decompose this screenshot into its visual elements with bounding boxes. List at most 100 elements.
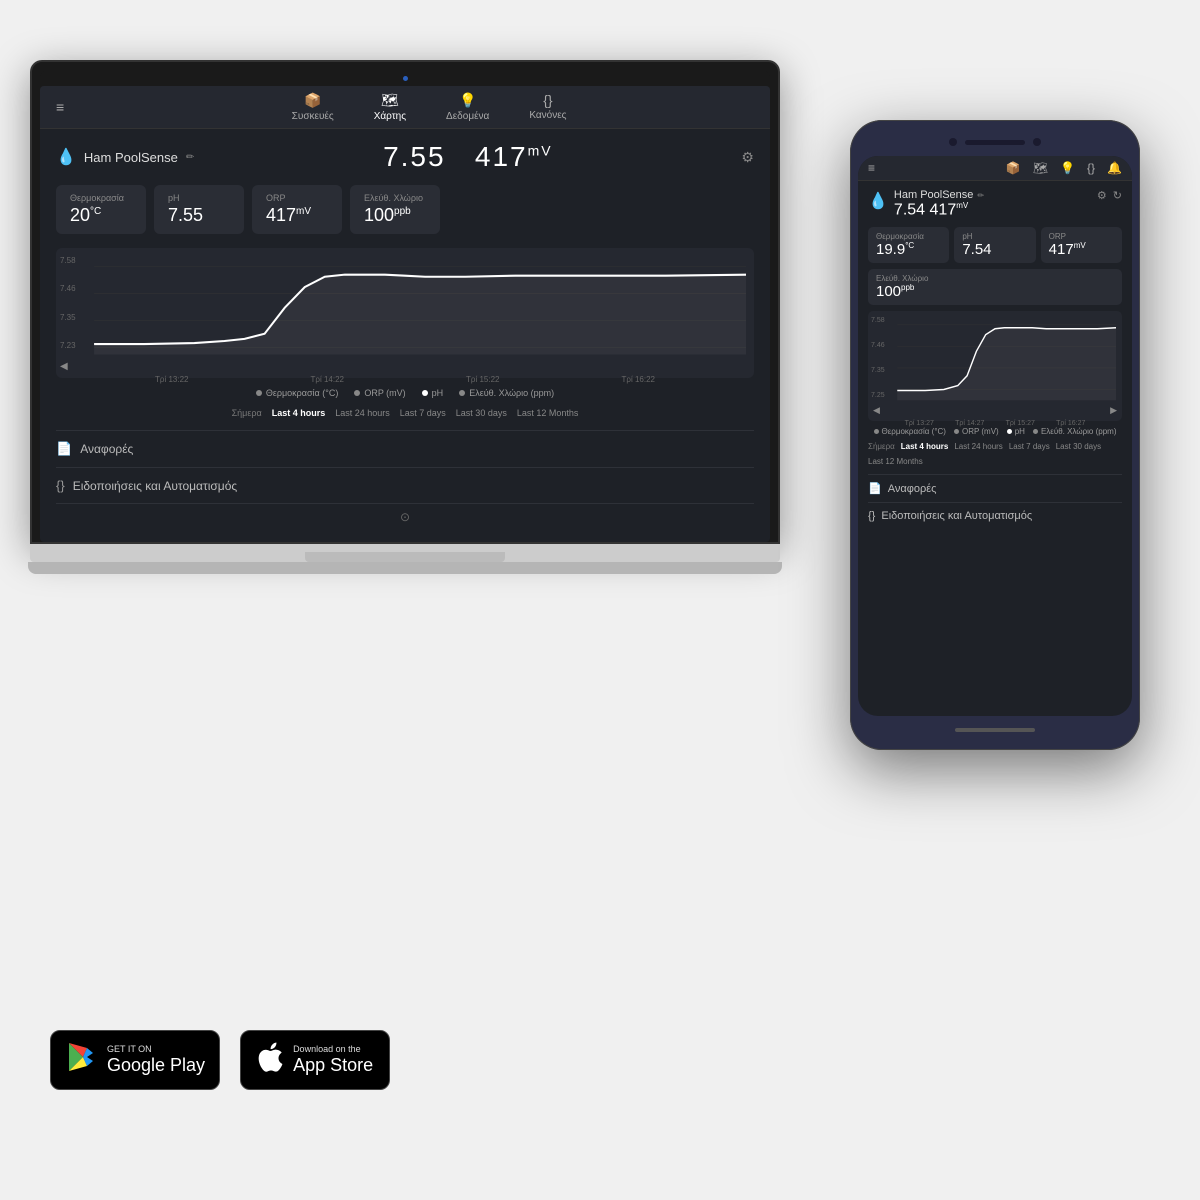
edit-icon[interactable]: ✏ <box>186 152 194 163</box>
google-play-icon <box>65 1041 97 1080</box>
metric-orp: ORP 417mV <box>252 185 342 234</box>
app-store-top-text: Download on the <box>293 1044 373 1055</box>
bottom-settings: ⊙ <box>56 503 754 530</box>
legend-temperature: Θερμοκρασία (°C) <box>256 388 339 398</box>
phone-refresh-icon[interactable]: ↻ <box>1113 189 1122 202</box>
device-ph-value: 7.55 <box>383 141 446 172</box>
google-play-badge[interactable]: GET IT ON Google Play <box>50 1030 220 1090</box>
section-reports[interactable]: 📄 Αναφορές <box>56 430 754 467</box>
phone-nav: ≡ 📦 🗺 💡 {} 🔔 <box>858 156 1132 181</box>
phone-nav-devices[interactable]: 📦 <box>1006 161 1021 175</box>
settings-icon[interactable]: ⊙ <box>400 510 410 524</box>
laptop-base <box>30 544 780 562</box>
phone-nav-bell[interactable]: 🔔 <box>1107 161 1122 175</box>
nav-label-map: Χάρτης <box>374 111 406 122</box>
laptop-screen: ≡ 📦 Συσκευές 🗺 Χάρτης 💡 Δεδομένα <box>40 86 770 542</box>
gear-icon[interactable]: ⚙ <box>741 149 754 166</box>
metric-temperature: Θερμοκρασία 20°C <box>56 185 146 234</box>
phone-chart-nav-left[interactable]: ◀ <box>873 405 880 416</box>
phone-device-name: Ham PoolSense ✏ <box>894 189 1091 201</box>
nav-item-devices[interactable]: 📦 Συσκευές <box>292 92 334 122</box>
phone-gear-icon[interactable]: ⚙ <box>1097 189 1107 202</box>
time-filter: Σήμερα Last 4 hours Last 24 hours Last 7… <box>56 408 754 418</box>
y-label-1: 7.58 <box>60 256 76 265</box>
phone-main: 💧 Ham PoolSense ✏ 7.54 417mV ⚙ <box>858 181 1132 537</box>
reports-icon: 📄 <box>56 441 72 457</box>
px-1: Τρί 13:27 <box>905 420 934 427</box>
filter-12m[interactable]: Last 12 Months <box>517 408 579 418</box>
filter-4h[interactable]: Last 4 hours <box>272 408 326 418</box>
phone-filter-7d[interactable]: Last 7 days <box>1009 442 1050 451</box>
rules-icon: {} <box>543 92 552 108</box>
today-label: Σήμερα <box>232 408 262 418</box>
phone-chart-y-labels: 7.58 7.46 7.35 7.25 <box>871 317 885 399</box>
phone-filter-30d[interactable]: Last 30 days <box>1056 442 1101 451</box>
py-3: 7.35 <box>871 367 885 374</box>
ph-label: pH <box>168 193 230 203</box>
filter-24h[interactable]: Last 24 hours <box>335 408 390 418</box>
google-play-top-text: GET IT ON <box>107 1044 205 1055</box>
phone-top-bar <box>858 132 1132 152</box>
phone-home-indicator[interactable] <box>955 728 1035 732</box>
phone-legend: Θερμοκρασία (°C) ORP (mV) pH Ελεύθ. <box>868 427 1122 436</box>
filter-7d[interactable]: Last 7 days <box>400 408 446 418</box>
phone-section-reports[interactable]: 📄 Αναφορές <box>868 474 1122 502</box>
px-3: Τρί 15:27 <box>1006 420 1035 427</box>
nav-item-rules[interactable]: {} Κανόνες <box>529 92 566 122</box>
phone-nav-rules[interactable]: {} <box>1087 161 1095 175</box>
nav-label-rules: Κανόνες <box>529 110 566 121</box>
section-automation[interactable]: {} Ειδοποιήσεις και Αυτοματισμός <box>56 467 754 503</box>
phone-today-label: Σήμερα <box>868 442 895 451</box>
py-1: 7.58 <box>871 317 885 324</box>
phone-time-filter: Σήμερα Last 4 hours Last 24 hours Last 7… <box>868 442 1122 466</box>
chart-svg <box>64 256 746 370</box>
phone-speaker <box>965 140 1025 145</box>
x-label-3: Τρί 15:22 <box>466 375 499 384</box>
device-header: 💧 Ham PoolSense ✏ 7.55 417mV ⚙ <box>56 141 754 173</box>
drop-icon: 💧 <box>56 147 76 167</box>
phone-filter-4h[interactable]: Last 4 hours <box>901 442 949 451</box>
phone-screen: ≡ 📦 🗺 💡 {} 🔔 💧 <box>858 156 1132 716</box>
x-label-2: Τρί 14:22 <box>311 375 344 384</box>
phone-device-vals: 7.54 417mV <box>894 201 1091 219</box>
nav-item-data[interactable]: 💡 Δεδομένα <box>446 92 489 122</box>
px-2: Τρί 14:27 <box>955 420 984 427</box>
chart-nav-left[interactable]: ◀ <box>60 361 68 372</box>
laptop-device: ≡ 📦 Συσκευές 🗺 Χάρτης 💡 Δεδομένα <box>30 60 780 574</box>
phone-legend-temp: Θερμοκρασία (°C) <box>874 427 946 436</box>
metrics-row: Θερμοκρασία 20°C pH 7.55 ORP <box>56 185 754 234</box>
phone-drop-icon: 💧 <box>868 191 888 211</box>
y-label-3: 7.35 <box>60 313 76 322</box>
phone-automation-label: Ειδοποιήσεις και Αυτοματισμός <box>881 510 1032 522</box>
map-icon: 🗺 <box>381 92 399 109</box>
phone-orp-value: 417mV <box>1049 241 1114 258</box>
phone-nav-light[interactable]: 💡 <box>1060 161 1075 175</box>
phone-edit-icon[interactable]: ✏ <box>977 191 984 200</box>
filter-30d[interactable]: Last 30 days <box>456 408 507 418</box>
app-store-badge[interactable]: Download on the App Store <box>240 1030 390 1090</box>
phone-section-automation[interactable]: {} Ειδοποιήσεις και Αυτοματισμός <box>868 502 1122 529</box>
phone-metric-orp: ORP 417mV <box>1041 227 1122 263</box>
device-orp-value: 417 <box>475 141 528 172</box>
phone-nav-icons: 📦 🗺 💡 {} 🔔 <box>1006 161 1122 175</box>
apple-icon <box>255 1040 283 1081</box>
app-store-text: Download on the App Store <box>293 1044 373 1076</box>
phone-filter-24h[interactable]: Last 24 hours <box>954 442 1002 451</box>
hamburger-icon[interactable]: ≡ <box>56 99 64 115</box>
phone-nav-map[interactable]: 🗺 <box>1033 161 1048 175</box>
legend-orp: ORP (mV) <box>354 388 405 398</box>
x-label-4: Τρί 16:22 <box>622 375 655 384</box>
devices-icon: 📦 <box>304 92 321 109</box>
phone-camera-2 <box>1033 138 1041 146</box>
phone-filter-12m[interactable]: Last 12 Months <box>868 457 923 466</box>
reports-label: Αναφορές <box>80 442 133 456</box>
nav-item-map[interactable]: 🗺 Χάρτης <box>374 92 406 122</box>
phone-legend-orp: ORP (mV) <box>954 427 999 436</box>
desktop-app: ≡ 📦 Συσκευές 🗺 Χάρτης 💡 Δεδομένα <box>40 86 770 542</box>
badges-container: GET IT ON Google Play Download on the Ap… <box>50 1030 390 1090</box>
phone-hamburger[interactable]: ≡ <box>868 161 875 175</box>
desktop-chart: 7.58 7.46 7.35 7.23 <box>56 248 754 378</box>
ph-value: 7.55 <box>168 205 230 226</box>
phone-chart-nav-right[interactable]: ▶ <box>1110 405 1117 416</box>
device-orp-unit: mV <box>528 143 553 159</box>
